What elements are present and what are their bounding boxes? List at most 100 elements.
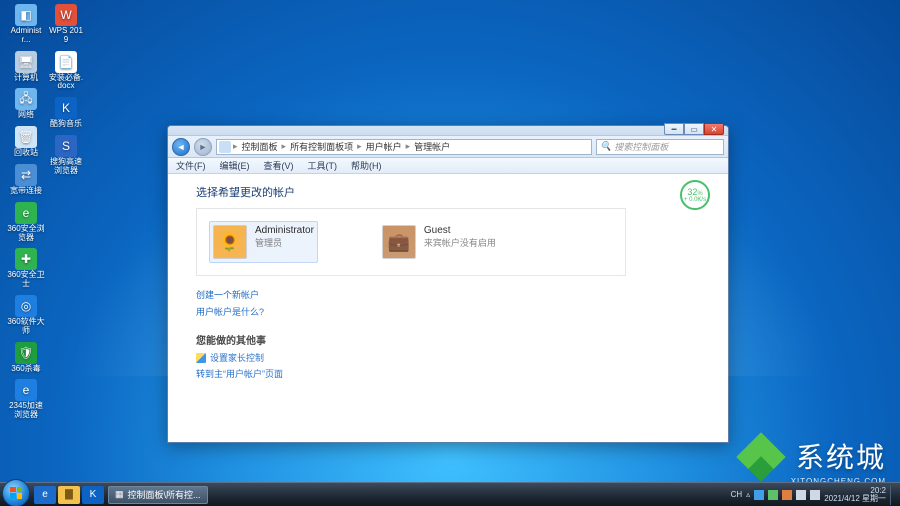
badge-percent: 32% — [687, 187, 702, 197]
tray-network-icon[interactable] — [796, 490, 806, 500]
desktop-icon[interactable]: ◧Administr... — [6, 4, 46, 45]
pinned-apps: e ▇ K — [34, 486, 104, 504]
desktop-icon-glyph: 🗑 — [15, 126, 37, 148]
menu-item[interactable]: 帮助(H) — [347, 158, 386, 173]
breadcrumb-item[interactable]: 控制面板 — [240, 140, 280, 153]
desktop-icon-label: 360杀毒 — [11, 365, 40, 374]
desktop-icon[interactable]: 🗑回收站 — [6, 126, 46, 158]
breadcrumb-bar[interactable]: ▸控制面板▸所有控制面板项▸用户帐户▸管理帐户 — [216, 139, 592, 155]
desktop-icon[interactable]: WWPS 2019 — [46, 4, 86, 45]
desktop-icon-glyph: ◧ — [15, 4, 37, 26]
breadcrumb-sep: ▸ — [233, 141, 238, 152]
desktop-icon-label: 搜狗高速浏览器 — [47, 158, 85, 176]
nav-back-button[interactable]: ◄ — [172, 138, 190, 156]
desktop-icon[interactable]: 🖥计算机 — [6, 51, 46, 83]
desktop-icon-label: 宽带连接 — [10, 187, 42, 196]
account-name: Administrator — [255, 225, 314, 236]
shield-icon — [196, 353, 206, 363]
desktop-icon-glyph: 🛡 — [15, 342, 37, 364]
extra-link-label: 设置家长控制 — [210, 351, 264, 364]
desktop-icon-glyph: 🖧 — [15, 88, 37, 110]
desktop-icon-label: 安装必备.docx — [47, 74, 85, 92]
desktop-icon[interactable]: e2345加速浏览器 — [6, 379, 46, 420]
desktop-icon-label: 网络 — [18, 111, 34, 120]
pinned-kugou[interactable]: K — [82, 486, 104, 504]
content-area: 32% + 0.0K/s 选择希望更改的帐户 🌻Administrator管理员… — [168, 174, 728, 442]
tray-chevron-up-icon[interactable]: ▵ — [746, 490, 750, 499]
breadcrumb-item[interactable]: 管理帐户 — [412, 140, 452, 153]
watermark: 系统城 XITONGCHENG.COM — [736, 436, 886, 476]
account-item[interactable]: 💼Guest来宾帐户没有启用 — [378, 221, 500, 263]
desktop-icon[interactable]: ✚360安全卫士 — [6, 248, 46, 289]
taskbar-task-control-panel[interactable]: ▦ 控制面板\所有控... — [108, 486, 208, 504]
desktop-icon-glyph: ✚ — [15, 248, 37, 270]
desktop: ◧Administr...🖥计算机🖧网络🗑回收站⇄宽带连接e360安全浏览器✚3… — [0, 0, 900, 506]
maximize-button[interactable]: ▭ — [684, 123, 704, 135]
desktop-icon[interactable]: ◎360软件大师 — [6, 295, 46, 336]
desktop-icon[interactable]: e360安全浏览器 — [6, 202, 46, 243]
accounts-box: 🌻 Administrator管理员 💼Guest来宾帐户没有启用 — [196, 208, 626, 276]
menu-item[interactable]: 工具(T) — [304, 158, 342, 173]
desktop-icon-label: 360安全卫士 — [7, 271, 45, 289]
desktop-icon[interactable]: S搜狗高速浏览器 — [46, 135, 86, 176]
tray-icon-1[interactable] — [754, 490, 764, 500]
desktop-icon-glyph: K — [55, 97, 77, 119]
menu-bar: 文件(F) 编辑(E) 查看(V) 工具(T) 帮助(H) — [168, 158, 728, 174]
action-link[interactable]: 用户帐户是什么? — [196, 305, 700, 318]
extra-link[interactable]: 转到主“用户帐户”页面 — [196, 367, 700, 380]
desktop-icon[interactable]: K酷狗音乐 — [46, 97, 86, 129]
windows-logo-icon — [10, 487, 22, 499]
tray-volume-icon[interactable] — [810, 490, 820, 500]
account-name: Guest — [424, 225, 496, 236]
extra-link-label: 转到主“用户帐户”页面 — [196, 367, 283, 380]
tray-icon-3[interactable] — [782, 490, 792, 500]
extra-link[interactable]: 设置家长控制 — [196, 351, 700, 364]
watermark-logo — [736, 436, 786, 476]
menu-item[interactable]: 文件(F) — [172, 158, 210, 173]
menu-item[interactable]: 编辑(E) — [216, 158, 254, 173]
badge-sub: + 0.0K/s — [684, 197, 706, 203]
desktop-icon-label: 2345加速浏览器 — [7, 402, 45, 420]
tray-icon-2[interactable] — [768, 490, 778, 500]
breadcrumb-item[interactable]: 所有控制面板项 — [288, 140, 355, 153]
desktop-icon-label: 回收站 — [14, 149, 38, 158]
close-button[interactable]: ✕ — [704, 123, 724, 135]
pinned-ie[interactable]: e — [34, 486, 56, 504]
tray-lang[interactable]: CH — [731, 490, 743, 499]
avatar: 🌻 — [213, 225, 247, 259]
menu-item[interactable]: 查看(V) — [260, 158, 298, 173]
desktop-icon-glyph: ◎ — [15, 295, 37, 317]
titlebar[interactable]: ━ ▭ ✕ — [168, 126, 728, 136]
pinned-explorer[interactable]: ▇ — [58, 486, 80, 504]
taskbar-clock[interactable]: 20:2 2021/4/12 星期一 — [824, 487, 886, 503]
clock-date: 2021/4/12 星期一 — [824, 495, 886, 503]
desktop-icon[interactable]: ⇄宽带连接 — [6, 164, 46, 196]
desktop-icon[interactable]: 🛡360杀毒 — [6, 342, 46, 374]
desktop-icon-label: 360软件大师 — [7, 318, 45, 336]
speed-badge[interactable]: 32% + 0.0K/s — [680, 180, 710, 210]
desktop-icon[interactable]: 🖧网络 — [6, 88, 46, 120]
desktop-icon-glyph: 📄 — [55, 51, 77, 73]
account-item[interactable]: 🌻 Administrator管理员 — [209, 221, 318, 263]
account-sub: 管理员 — [255, 236, 314, 249]
desktop-icon[interactable]: 📄安装必备.docx — [46, 51, 86, 92]
taskbar: e ▇ K ▦ 控制面板\所有控... CH ▵ 20:2 2021/4/12 … — [0, 482, 900, 506]
desktop-icon-glyph: e — [15, 202, 37, 224]
breadcrumb-sep: ▸ — [282, 141, 287, 152]
start-button[interactable] — [2, 479, 30, 506]
breadcrumb-icon — [219, 141, 231, 153]
search-icon: 🔍 — [600, 141, 611, 152]
search-input[interactable]: 🔍 搜索控制面板 — [596, 139, 724, 155]
desktop-icon-label: WPS 2019 — [47, 27, 85, 45]
show-desktop-button[interactable] — [890, 485, 896, 505]
task-label: 控制面板\所有控... — [128, 488, 201, 501]
action-link[interactable]: 创建一个新帐户 — [196, 288, 700, 301]
extra-heading: 您能做的其他事 — [196, 332, 700, 347]
desktop-icon-label: 酷狗音乐 — [50, 120, 82, 129]
minimize-button[interactable]: ━ — [664, 123, 684, 135]
desktop-icon-label: 计算机 — [14, 74, 38, 83]
nav-forward-button[interactable]: ► — [194, 138, 212, 156]
desktop-icon-glyph: W — [55, 4, 77, 26]
breadcrumb-item[interactable]: 用户帐户 — [364, 140, 404, 153]
search-placeholder: 搜索控制面板 — [614, 140, 668, 153]
